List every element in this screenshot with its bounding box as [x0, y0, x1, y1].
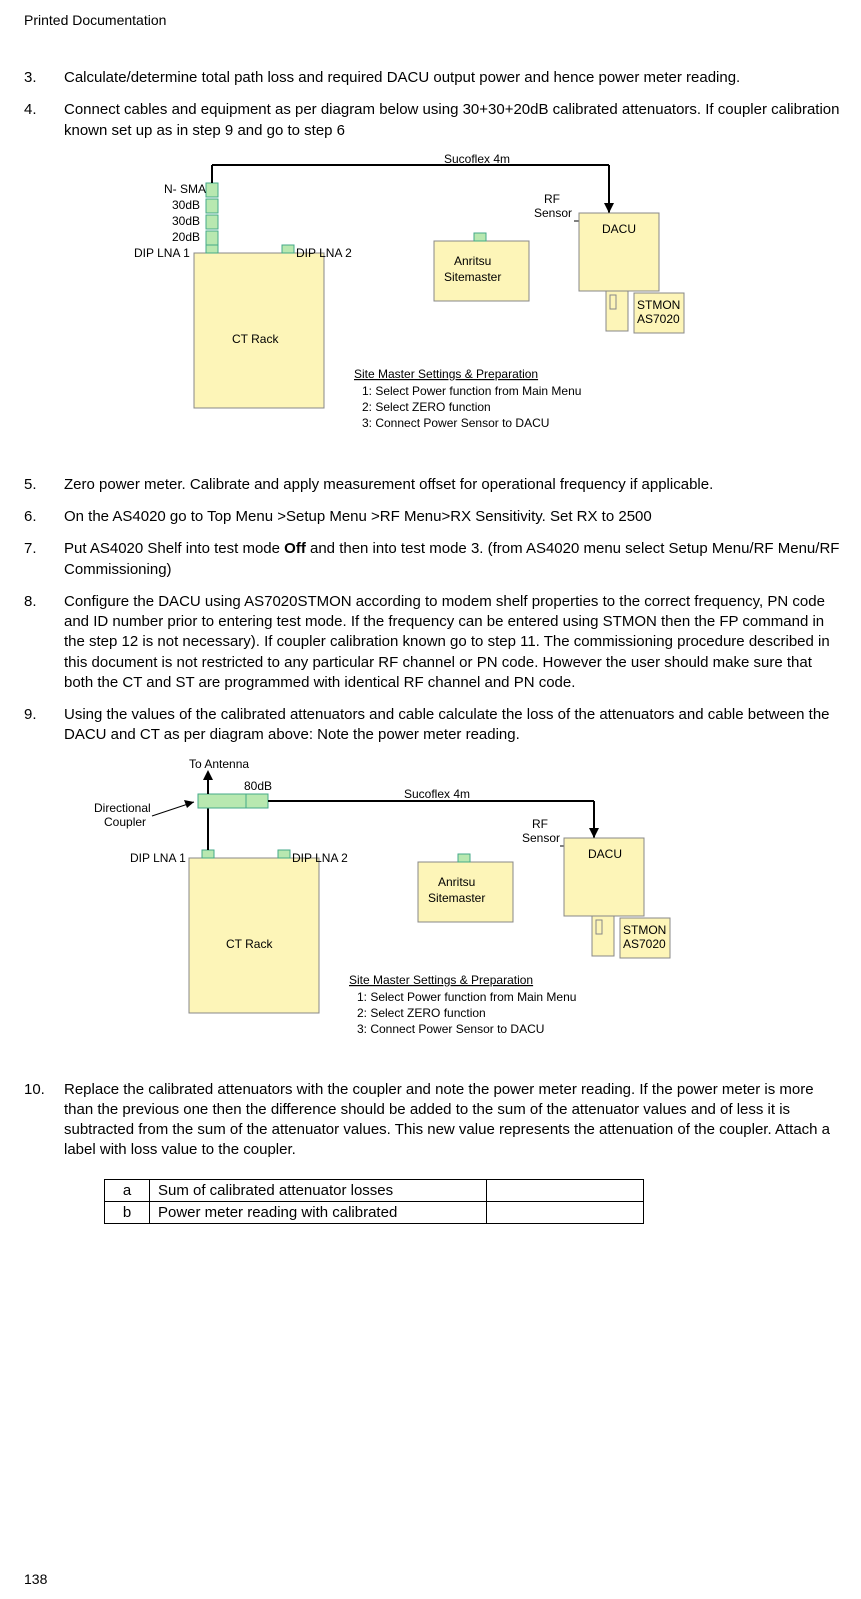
- list-number: 10.: [24, 1080, 64, 1161]
- anritsu-label-2: Sitemaster: [444, 270, 501, 284]
- loss-table: a Sum of calibrated attenuator losses b …: [104, 1179, 845, 1224]
- bold-text: Off: [284, 540, 306, 557]
- list-text: Zero power meter. Calibrate and apply me…: [64, 475, 845, 495]
- ct-rack-label: CT Rack: [226, 937, 273, 951]
- list-number: 3.: [24, 68, 64, 88]
- list-text: Calculate/determine total path loss and …: [64, 68, 845, 88]
- dip-lna-2-label: DIP LNA 2: [296, 246, 352, 260]
- list-text: Connect cables and equipment as per diag…: [64, 100, 845, 141]
- note-3: 3: Connect Power Sensor to DACU: [362, 416, 549, 430]
- list-item: 7. Put AS4020 Shelf into test mode Off a…: [24, 539, 845, 580]
- note-2: 2: Select ZERO function: [362, 400, 491, 414]
- note-1: 1: Select Power function from Main Menu: [362, 384, 581, 398]
- notes-title: Site Master Settings & Preparation: [354, 367, 538, 381]
- list-item: 3. Calculate/determine total path loss a…: [24, 68, 845, 88]
- list-text: Using the values of the calibrated atten…: [64, 705, 845, 746]
- list-number: 5.: [24, 475, 64, 495]
- cell-b: Power meter reading with calibrated: [150, 1201, 487, 1223]
- dip-lna-2-label: DIP LNA 2: [292, 851, 348, 865]
- notes-title: Site Master Settings & Preparation: [349, 973, 533, 987]
- stmon-label-1: STMON: [637, 298, 680, 312]
- list-number: 4.: [24, 100, 64, 141]
- table-row: a Sum of calibrated attenuator losses: [105, 1179, 644, 1201]
- note-1: 1: Select Power function from Main Menu: [357, 990, 576, 1004]
- cell-b: Sum of calibrated attenuator losses: [150, 1179, 487, 1201]
- anritsu-label-2: Sitemaster: [428, 891, 485, 905]
- diagram-svg: CT Rack DIP LNA 1 DIP LNA 2 N- SMA 30dB …: [134, 153, 714, 453]
- coupler-label-2: Coupler: [104, 815, 146, 829]
- list-text: On the AS4020 go to Top Menu >Setup Menu…: [64, 507, 845, 527]
- list-number: 6.: [24, 507, 64, 527]
- rf-sensor-label-2: Sensor: [522, 831, 560, 845]
- att-30a-label: 30dB: [172, 198, 200, 212]
- list-number: 7.: [24, 539, 64, 580]
- to-antenna-label: To Antenna: [189, 758, 249, 771]
- dacu-label: DACU: [588, 847, 622, 861]
- cell-a: b: [105, 1201, 150, 1223]
- list-text: Replace the calibrated attenuators with …: [64, 1080, 845, 1161]
- list-item: 10. Replace the calibrated attenuators w…: [24, 1080, 845, 1161]
- dip-lna-1-label: DIP LNA 1: [134, 246, 190, 260]
- ordered-list: 3. Calculate/determine total path loss a…: [24, 68, 845, 1161]
- cell-a: a: [105, 1179, 150, 1201]
- att-30b-label: 30dB: [172, 214, 200, 228]
- anritsu-label-1: Anritsu: [454, 254, 491, 268]
- document-page: Printed Documentation 3. Calculate/deter…: [0, 0, 861, 1599]
- stmon-label-2: AS7020: [623, 937, 666, 951]
- sucoflex-label: Sucoflex 4m: [404, 787, 470, 801]
- list-item: 8. Configure the DACU using AS7020STMON …: [24, 592, 845, 693]
- note-3: 3: Connect Power Sensor to DACU: [357, 1022, 544, 1036]
- page-number: 138: [24, 1571, 47, 1587]
- coupler-label-1: Directional: [94, 801, 151, 815]
- page-header: Printed Documentation: [24, 12, 845, 28]
- cell-c: [487, 1201, 644, 1223]
- sucoflex-label: Sucoflex 4m: [444, 153, 510, 166]
- stmon-label-1: STMON: [623, 923, 666, 937]
- att-80-label: 80dB: [244, 779, 272, 793]
- diagram-svg: CT Rack DIP LNA 1 DIP LNA 2 To Antenna D…: [94, 758, 694, 1058]
- text-span: Put AS4020 Shelf into test mode: [64, 540, 284, 557]
- table-row: b Power meter reading with calibrated: [105, 1201, 644, 1223]
- dacu-label: DACU: [602, 222, 636, 236]
- stmon-label-2: AS7020: [637, 312, 680, 326]
- list-item: 6. On the AS4020 go to Top Menu >Setup M…: [24, 507, 845, 527]
- list-item: 5. Zero power meter. Calibrate and apply…: [24, 475, 845, 495]
- att-20-label: 20dB: [172, 230, 200, 244]
- ct-rack-label: CT Rack: [232, 332, 279, 346]
- anritsu-label-1: Anritsu: [438, 875, 475, 889]
- rf-sensor-label-1: RF: [532, 817, 548, 831]
- list-item: 4. Connect cables and equipment as per d…: [24, 100, 845, 141]
- table: a Sum of calibrated attenuator losses b …: [104, 1179, 644, 1224]
- list-text: Configure the DACU using AS7020STMON acc…: [64, 592, 845, 693]
- rf-sensor-label-2: Sensor: [534, 206, 572, 220]
- cell-c: [487, 1179, 644, 1201]
- diagram-2: CT Rack DIP LNA 1 DIP LNA 2 To Antenna D…: [94, 758, 845, 1062]
- list-item: 9. Using the values of the calibrated at…: [24, 705, 845, 746]
- rf-sensor-label-1: RF: [544, 192, 560, 206]
- note-2: 2: Select ZERO function: [357, 1006, 486, 1020]
- nsma-label: N- SMA: [164, 182, 206, 196]
- list-text: Put AS4020 Shelf into test mode Off and …: [64, 539, 845, 580]
- list-number: 8.: [24, 592, 64, 693]
- list-number: 9.: [24, 705, 64, 746]
- dip-lna-1-label: DIP LNA 1: [130, 851, 186, 865]
- diagram-1: CT Rack DIP LNA 1 DIP LNA 2 N- SMA 30dB …: [134, 153, 845, 457]
